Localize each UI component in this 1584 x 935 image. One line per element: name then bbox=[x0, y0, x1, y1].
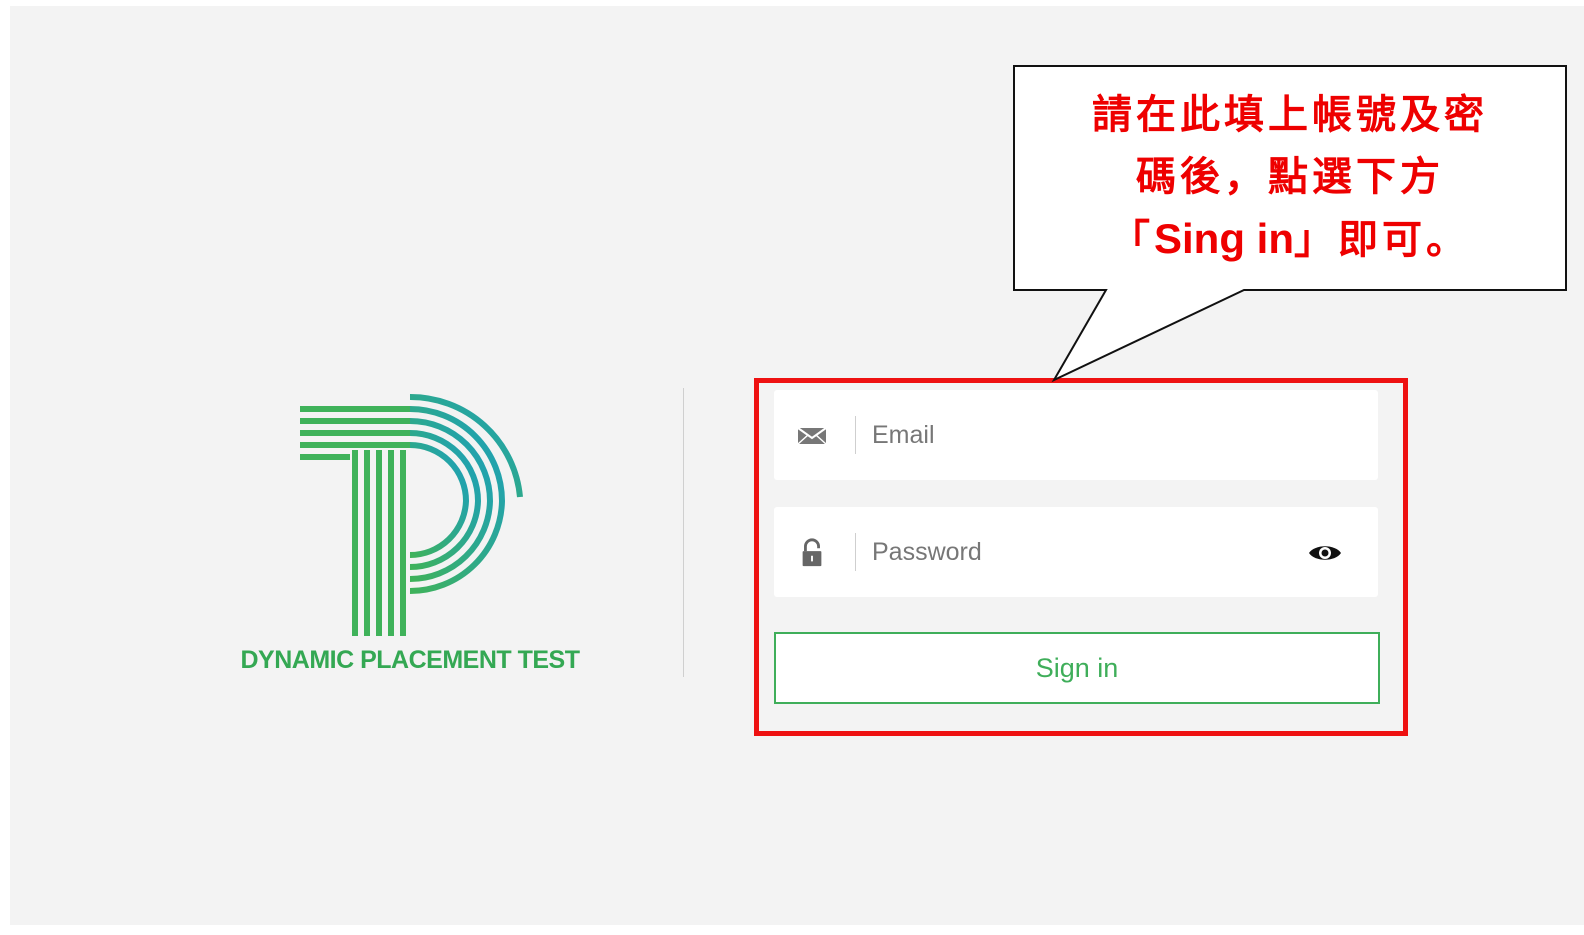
eye-icon[interactable] bbox=[1305, 541, 1345, 565]
field-separator bbox=[855, 416, 856, 454]
callout-emphasis: Sing in bbox=[1154, 215, 1294, 262]
password-field-container[interactable] bbox=[774, 507, 1378, 597]
email-input[interactable] bbox=[872, 412, 1292, 458]
dpt-logo-icon bbox=[300, 393, 523, 636]
field-separator bbox=[855, 533, 856, 571]
logo-wordmark: DYNAMIC PLACEMENT TEST bbox=[240, 646, 581, 674]
callout-line-1: 請在此填上帳號及密 bbox=[1092, 91, 1488, 138]
sign-in-button[interactable]: Sign in bbox=[774, 632, 1380, 704]
callout-bracket-open: 「 bbox=[1110, 216, 1154, 263]
vertical-divider bbox=[683, 388, 684, 677]
screen: DYNAMIC PLACEMENT TEST Sign in bbox=[0, 0, 1584, 935]
envelope-icon bbox=[797, 427, 827, 445]
callout-bracket-close: 」即可。 bbox=[1294, 216, 1470, 263]
callout-line-2: 碼後，點選下方 bbox=[1136, 153, 1444, 200]
email-field-container[interactable] bbox=[774, 390, 1378, 480]
password-input[interactable] bbox=[872, 529, 1292, 575]
callout-line-3: 「Sing in」即可。 bbox=[1014, 208, 1566, 271]
callout-instruction: 請在此填上帳號及密 碼後，點選下方 「Sing in」即可。 bbox=[1014, 84, 1566, 271]
padlock-icon bbox=[802, 538, 822, 567]
